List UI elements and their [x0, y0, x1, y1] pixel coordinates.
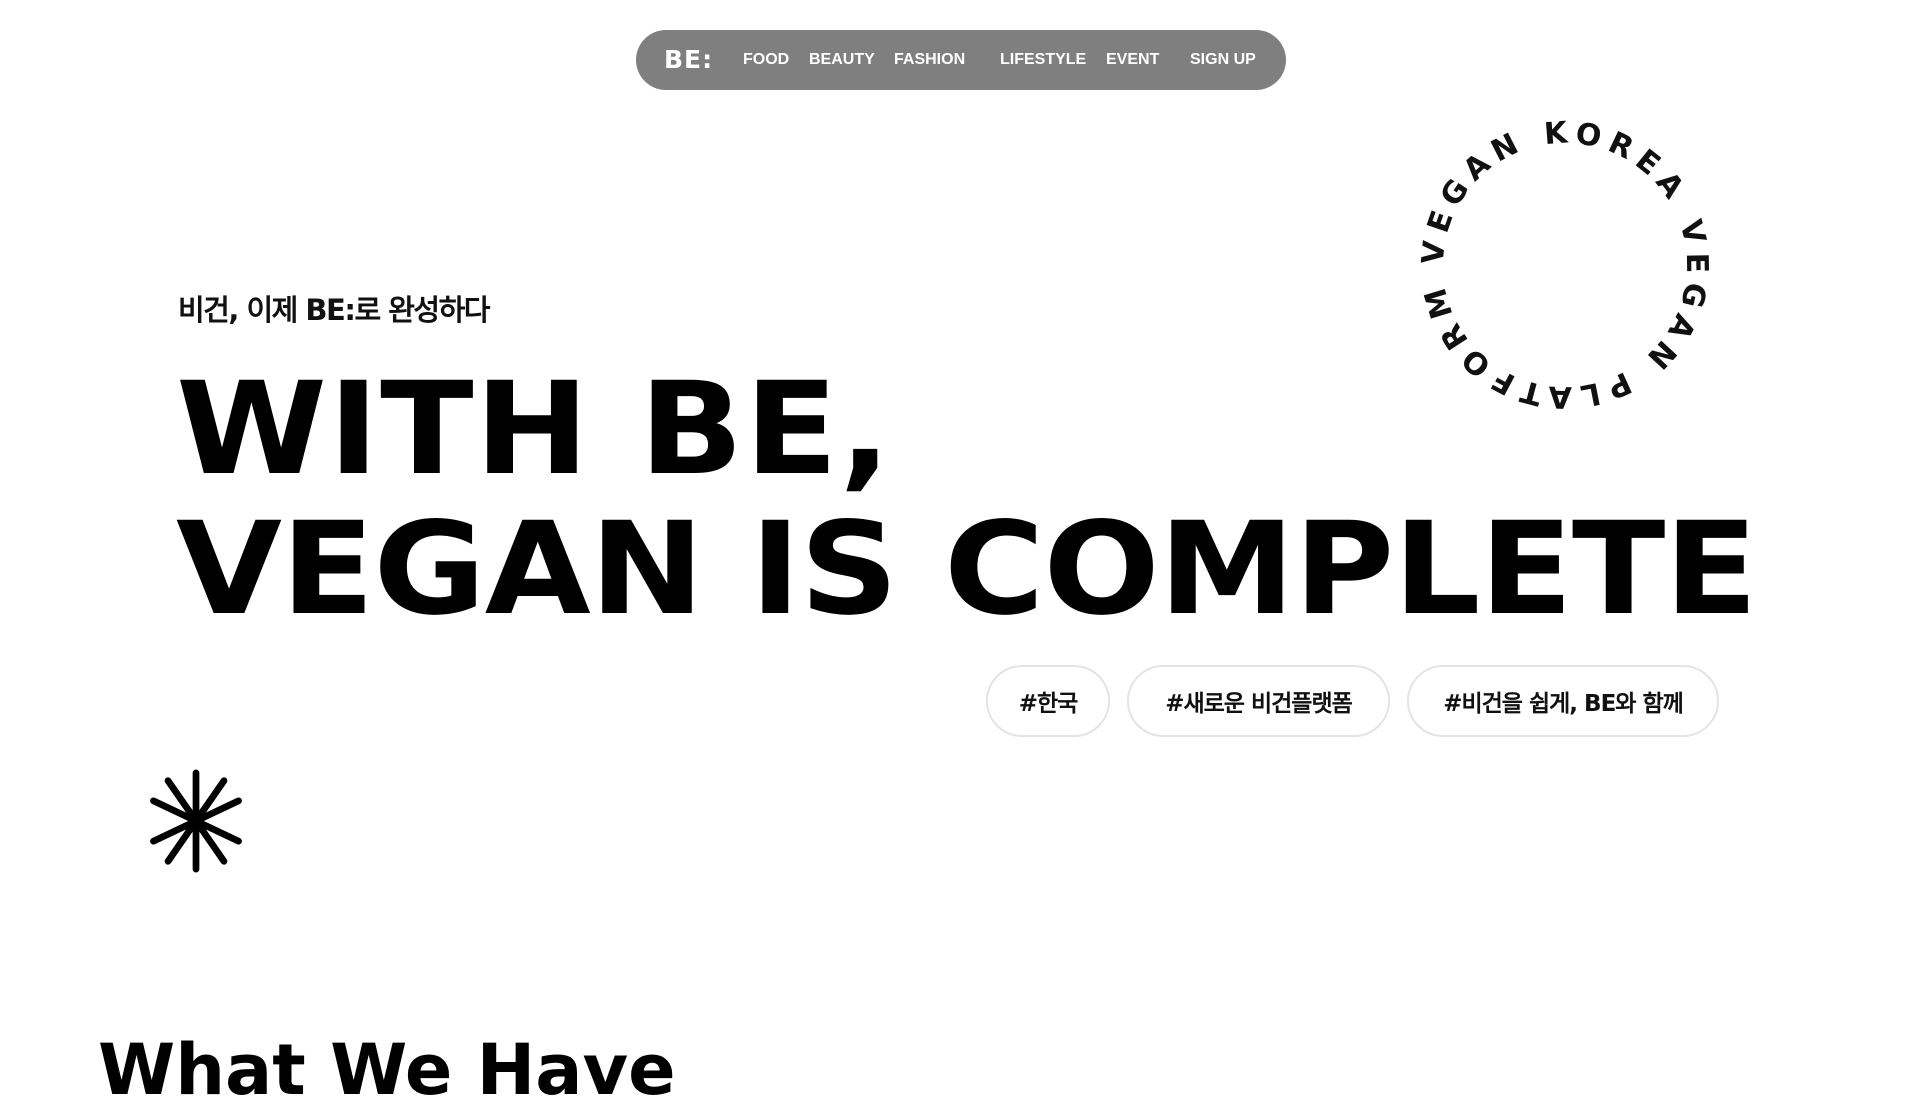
- nav-item-event[interactable]: EVENT: [1106, 50, 1159, 70]
- vegan-korea-circular-badge: VEGAN KOREA VEGAN PLATFORM: [1416, 115, 1715, 414]
- nav-item-sign-up[interactable]: SIGN UP: [1190, 50, 1256, 70]
- tag-new-vegan-platform[interactable]: #새로운 비건플랫폼: [1127, 665, 1390, 737]
- svg-text:VEGAN KOREA VEGAN PLATFORM: VEGAN KOREA VEGAN PLATFORM: [1416, 115, 1715, 414]
- nav-item-beauty[interactable]: BEAUTY: [809, 50, 875, 70]
- tag-vegan-easy-with-be[interactable]: #비건을 쉽게, BE와 함께: [1407, 665, 1719, 737]
- be-logo[interactable]: BE:: [664, 45, 713, 75]
- section-title-what-we-have: What We Have: [98, 1029, 676, 1111]
- asterisk-icon: [150, 769, 242, 873]
- nav-item-food[interactable]: FOOD: [743, 50, 789, 70]
- hero-headline-line-2: VEGAN IS COMPLETE: [176, 495, 1758, 644]
- hero-subtitle: 비건, 이제 BE:로 완성하다: [178, 293, 490, 327]
- top-navigation-bar: BE: FOOD BEAUTY FASHION LIFESTYLE EVENT …: [636, 30, 1286, 90]
- nav-item-lifestyle[interactable]: LIFESTYLE: [1000, 50, 1086, 70]
- tag-korea[interactable]: #한국: [986, 665, 1110, 737]
- hero-headline-line-1: WITH BE,: [176, 355, 893, 504]
- circular-badge-text: VEGAN KOREA VEGAN PLATFORM: [1416, 115, 1715, 414]
- nav-item-fashion[interactable]: FASHION: [894, 50, 965, 70]
